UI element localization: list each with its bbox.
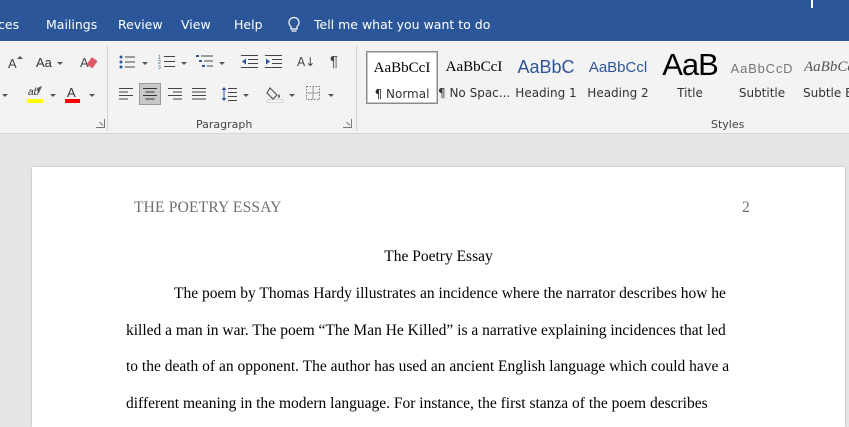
window-edge-marker: [811, 0, 813, 8]
style-sample: AaBbC: [517, 57, 575, 77]
style-name: Title: [677, 86, 703, 100]
sort-button[interactable]: A↓: [297, 55, 315, 69]
shading-icon[interactable]: [266, 85, 284, 103]
tab-references[interactable]: ces: [0, 17, 19, 32]
style-title[interactable]: AaB Title: [654, 47, 726, 104]
style-sample: AaBbCcl: [588, 59, 648, 76]
svg-text:3: 3: [158, 65, 161, 69]
chevron-down-icon: [2, 94, 8, 97]
caret-up-icon: [17, 56, 23, 59]
style-sample: AaB: [662, 47, 719, 82]
align-left-icon[interactable]: [119, 88, 133, 100]
ribbon-home: A Aa A ab A 1 2 3 A↓ ¶ Paragraph AaBbCcI…: [0, 41, 849, 134]
body-line: different meaning in the modern language…: [126, 395, 708, 412]
show-marks-button[interactable]: ¶: [330, 53, 338, 70]
style-name: Heading 2: [587, 86, 649, 100]
body-line: The poem by Thomas Hardy illustrates an …: [174, 285, 726, 302]
style-sample: AaBbCcD: [730, 61, 794, 76]
style-sample: AaBbCcI: [373, 60, 431, 76]
bullets-icon[interactable]: [119, 55, 135, 69]
highlight-color-button[interactable]: ab: [26, 85, 46, 105]
style-sample: AaBbCcI: [445, 59, 503, 75]
svg-text:A: A: [67, 85, 76, 100]
decrease-indent-icon[interactable]: [241, 55, 258, 68]
document-page[interactable]: THE POETRY ESSAY 2 The Poetry Essay The …: [32, 167, 845, 427]
body-line: killed a man in war. The poem “The Man H…: [126, 322, 726, 339]
font-color-button[interactable]: A: [64, 85, 82, 105]
tab-mailings[interactable]: Mailings: [46, 17, 97, 32]
body-line: to the death of an opponent. The author …: [126, 358, 730, 375]
font-dialog-launcher[interactable]: [96, 119, 105, 128]
numbering-icon[interactable]: 1 2 3: [158, 54, 175, 69]
increase-indent-icon[interactable]: [265, 55, 282, 68]
chevron-down-icon: [57, 62, 63, 65]
style-normal[interactable]: AaBbCcI ¶ Normal: [366, 51, 438, 104]
chevron-down-icon: [289, 94, 295, 97]
paragraph-group-label: Paragraph: [196, 118, 253, 131]
tab-view[interactable]: View: [181, 17, 211, 32]
change-case-button[interactable]: Aa: [36, 55, 52, 70]
multilevel-list-icon[interactable]: [196, 54, 214, 69]
chevron-down-icon: [181, 62, 187, 65]
align-right-icon[interactable]: [168, 88, 182, 100]
style-name: Subtle Er: [803, 86, 849, 100]
chevron-down-icon: [328, 94, 334, 97]
style-heading-2[interactable]: AaBbCcl Heading 2: [582, 51, 654, 104]
style-name: Subtitle: [738, 86, 786, 100]
tab-review[interactable]: Review: [118, 17, 163, 32]
chevron-down-icon: [219, 62, 225, 65]
ribbon-tab-bar: ces Mailings Review View Help Tell me wh…: [0, 0, 849, 41]
align-center-icon: [143, 88, 157, 100]
svg-text:A: A: [80, 55, 89, 70]
running-header-title: THE POETRY ESSAY: [134, 199, 282, 216]
style-name: ¶ No Spac...: [438, 86, 511, 100]
chevron-down-icon: [89, 94, 95, 97]
shrink-font-button[interactable]: A: [8, 56, 17, 71]
chevron-down-icon: [142, 62, 148, 65]
line-spacing-icon[interactable]: [221, 86, 237, 102]
align-center-button[interactable]: [139, 83, 161, 105]
tell-me-search[interactable]: Tell me what you want to do: [314, 17, 490, 32]
style-name: ¶ Normal: [374, 87, 430, 101]
styles-group-label: Styles: [711, 118, 745, 131]
chevron-down-icon: [243, 94, 249, 97]
document-canvas[interactable]: THE POETRY ESSAY 2 The Poetry Essay The …: [0, 135, 849, 427]
tab-help[interactable]: Help: [234, 17, 263, 32]
justify-icon[interactable]: [192, 88, 206, 100]
document-title: The Poetry Essay: [384, 248, 493, 265]
borders-icon[interactable]: [306, 86, 320, 100]
style-sample: AaBbCcI: [804, 59, 849, 75]
style-subtitle[interactable]: AaBbCcD Subtitle: [726, 51, 798, 104]
style-name: Heading 1: [515, 86, 577, 100]
chevron-down-icon: [50, 94, 56, 97]
clear-formatting-icon[interactable]: A: [80, 54, 98, 72]
style-no-spacing[interactable]: AaBbCcI ¶ No Spac...: [438, 51, 510, 104]
group-divider: [356, 45, 357, 131]
style-heading-1[interactable]: AaBbC Heading 1: [510, 51, 582, 104]
page-number: 2: [742, 199, 750, 216]
group-divider: [107, 45, 108, 131]
lightbulb-icon: [288, 16, 300, 32]
paragraph-dialog-launcher[interactable]: [343, 119, 352, 128]
style-subtle-emphasis[interactable]: AaBbCcI Subtle Er: [798, 51, 849, 104]
